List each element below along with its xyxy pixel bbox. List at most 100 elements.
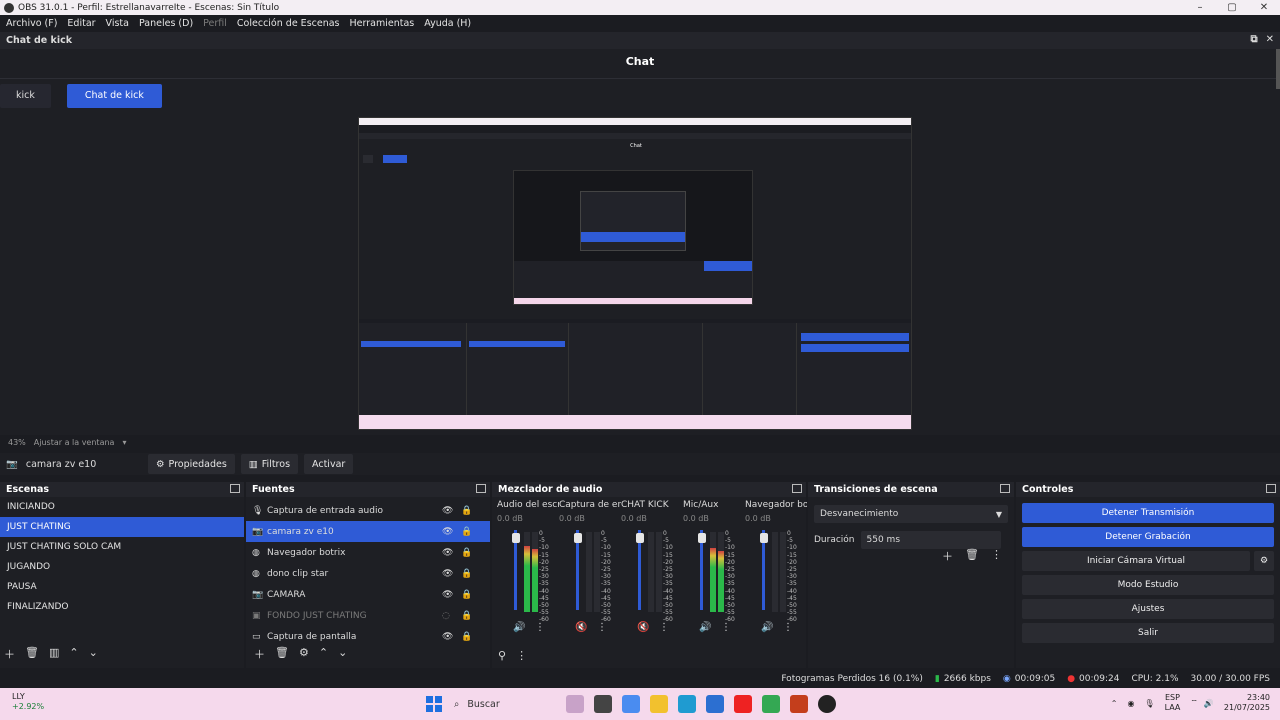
scene-item[interactable]: FINALIZANDO bbox=[0, 597, 244, 617]
clock[interactable]: 23:40 21/07/2025 bbox=[1224, 693, 1270, 713]
volume-icon[interactable]: 🔊 bbox=[1204, 699, 1214, 708]
filter-icon[interactable]: ▥ bbox=[49, 646, 59, 662]
trash-icon[interactable]: 🗑 bbox=[965, 548, 979, 564]
gear-icon[interactable]: ⚙ bbox=[299, 646, 309, 662]
float-dock-icon[interactable] bbox=[230, 484, 240, 493]
close-dock-icon[interactable]: ✕ bbox=[1266, 34, 1274, 45]
filters-button[interactable]: ▥ Filtros bbox=[240, 454, 299, 474]
youtube-icon[interactable] bbox=[734, 695, 752, 713]
eye-icon[interactable]: 👁 bbox=[442, 569, 453, 579]
eye-icon[interactable]: 👁 bbox=[442, 548, 453, 558]
lock-icon[interactable]: 🔒 bbox=[461, 548, 472, 558]
tab-kick[interactable]: kick bbox=[0, 84, 51, 108]
menu-file[interactable]: Archivo (F) bbox=[6, 18, 57, 29]
speaker-icon[interactable]: 🔊 bbox=[699, 622, 711, 633]
transition-select[interactable]: Desvanecimiento ▼ bbox=[814, 505, 1008, 523]
menu-edit[interactable]: Editar bbox=[67, 18, 95, 29]
tray-app-icon[interactable]: ◉ bbox=[1127, 699, 1134, 708]
float-dock-icon[interactable] bbox=[476, 484, 486, 493]
menu-view[interactable]: Vista bbox=[106, 18, 129, 29]
file-explorer-icon[interactable] bbox=[650, 695, 668, 713]
arrow-down-icon[interactable]: ⌄ bbox=[89, 646, 98, 662]
add-icon[interactable]: ＋ bbox=[4, 646, 15, 662]
exit-button[interactable]: Salir bbox=[1022, 623, 1274, 643]
obs-taskbar-icon[interactable] bbox=[818, 695, 836, 713]
float-dock-icon[interactable] bbox=[792, 484, 802, 493]
properties-button[interactable]: ⚙ Propiedades bbox=[148, 454, 235, 474]
more-icon[interactable]: ⋮ bbox=[597, 622, 607, 633]
add-icon[interactable]: ＋ bbox=[254, 646, 265, 662]
chevron-down-icon[interactable]: ▾ bbox=[122, 438, 126, 447]
source-item[interactable]: 📷 CAMARA 👁 🔒 bbox=[246, 584, 490, 605]
eye-off-icon[interactable]: ◌ bbox=[442, 611, 450, 621]
source-item[interactable]: ▣ FONDO JUST CHATING ◌ 🔒 bbox=[246, 605, 490, 626]
trash-icon[interactable]: 🗑 bbox=[275, 646, 289, 662]
fader-knob[interactable] bbox=[574, 533, 582, 543]
edge-icon[interactable] bbox=[678, 695, 696, 713]
eye-icon[interactable]: 👁 bbox=[442, 632, 453, 642]
scene-item[interactable]: PAUSA bbox=[0, 577, 244, 597]
duration-input[interactable]: 550 ms bbox=[860, 531, 1001, 549]
float-dock-icon[interactable] bbox=[1266, 484, 1276, 493]
float-dock-icon[interactable] bbox=[1000, 484, 1010, 493]
eye-icon[interactable]: 👁 bbox=[442, 590, 453, 600]
speaker-icon[interactable]: 🔊 bbox=[761, 622, 773, 633]
lock-icon[interactable]: 🔒 bbox=[461, 611, 472, 621]
fader-knob[interactable] bbox=[636, 533, 644, 543]
source-item[interactable]: ▭ Captura de pantalla 👁 🔒 bbox=[246, 626, 490, 647]
lock-icon[interactable]: 🔒 bbox=[461, 527, 472, 537]
lock-icon[interactable]: 🔒 bbox=[461, 590, 472, 600]
speaker-icon[interactable]: 🔊 bbox=[513, 622, 525, 633]
more-icon[interactable]: ⋮ bbox=[991, 548, 1002, 564]
eye-icon[interactable]: 👁 bbox=[442, 527, 453, 537]
studio-mode-button[interactable]: Modo Estudio bbox=[1022, 575, 1274, 595]
network-icon[interactable]: ⌔ bbox=[1190, 698, 1198, 708]
eye-icon[interactable]: 👁 bbox=[442, 506, 453, 516]
arrow-up-icon[interactable]: ⌃ bbox=[319, 646, 328, 662]
windows-start-icon[interactable] bbox=[426, 696, 442, 712]
lock-icon[interactable]: 🔒 bbox=[461, 569, 472, 579]
more-icon[interactable]: ⋮ bbox=[659, 622, 669, 633]
add-icon[interactable]: ＋ bbox=[942, 548, 953, 564]
link-icon[interactable]: ⚲ bbox=[498, 649, 506, 662]
scene-item[interactable]: JUGANDO bbox=[0, 557, 244, 577]
mic-icon[interactable]: 🎙 bbox=[1144, 699, 1154, 708]
scene-item[interactable]: INICIANDO bbox=[0, 497, 244, 517]
tab-chat-de-kick[interactable]: Chat de kick bbox=[66, 84, 162, 108]
source-item[interactable]: ◍ Navegador botrix 👁 🔒 bbox=[246, 542, 490, 563]
stop-streaming-button[interactable]: Detener Transmisión bbox=[1022, 503, 1274, 523]
menu-profile[interactable]: Perfil bbox=[203, 18, 227, 29]
menu-scene-collection[interactable]: Colección de Escenas bbox=[237, 18, 340, 29]
more-icon[interactable]: ⋮ bbox=[783, 622, 793, 633]
source-item[interactable]: 🎙 Captura de entrada audio 👁 🔒 bbox=[246, 500, 490, 521]
stock-widget[interactable]: LLY +2.92% bbox=[12, 692, 44, 712]
chrome-icon[interactable] bbox=[762, 695, 780, 713]
settings-button[interactable]: Ajustes bbox=[1022, 599, 1274, 619]
fader-knob[interactable] bbox=[760, 533, 768, 543]
store-icon[interactable] bbox=[706, 695, 724, 713]
language-indicator[interactable]: ESP LAA bbox=[1165, 693, 1181, 713]
widgets-icon[interactable] bbox=[566, 695, 584, 713]
copilot-icon[interactable] bbox=[622, 695, 640, 713]
source-item[interactable]: ◍ dono clip star 👁 🔒 bbox=[246, 563, 490, 584]
more-icon[interactable]: ⋮ bbox=[535, 622, 545, 633]
menu-docks[interactable]: Paneles (D) bbox=[139, 18, 193, 29]
chat-scrollbar[interactable] bbox=[1276, 49, 1280, 89]
scene-item[interactable]: JUST CHATING SOLO CAM bbox=[0, 537, 244, 557]
arrow-down-icon[interactable]: ⌄ bbox=[338, 646, 347, 662]
maximize-button[interactable]: ▢ bbox=[1216, 0, 1248, 15]
activate-button[interactable]: Activar bbox=[304, 454, 354, 474]
more-icon[interactable]: ⋮ bbox=[721, 622, 731, 633]
program-preview[interactable]: Chat bbox=[358, 117, 912, 430]
powerpoint-icon[interactable] bbox=[790, 695, 808, 713]
float-dock-icon[interactable]: ⧉ bbox=[1250, 34, 1257, 45]
lock-icon[interactable]: 🔒 bbox=[461, 632, 472, 642]
close-window-button[interactable]: ✕ bbox=[1248, 0, 1280, 15]
muted-speaker-icon[interactable]: 🔇 bbox=[575, 622, 587, 633]
muted-speaker-icon[interactable]: 🔇 bbox=[637, 622, 649, 633]
source-item[interactable]: 📷 camara zv e10 👁 🔒 bbox=[246, 521, 490, 542]
trash-icon[interactable]: 🗑 bbox=[25, 646, 39, 662]
fader-knob[interactable] bbox=[698, 533, 706, 543]
start-virtual-camera-button[interactable]: Iniciar Cámara Virtual bbox=[1022, 551, 1250, 571]
virtual-camera-settings-gear-icon[interactable]: ⚙ bbox=[1254, 551, 1274, 571]
